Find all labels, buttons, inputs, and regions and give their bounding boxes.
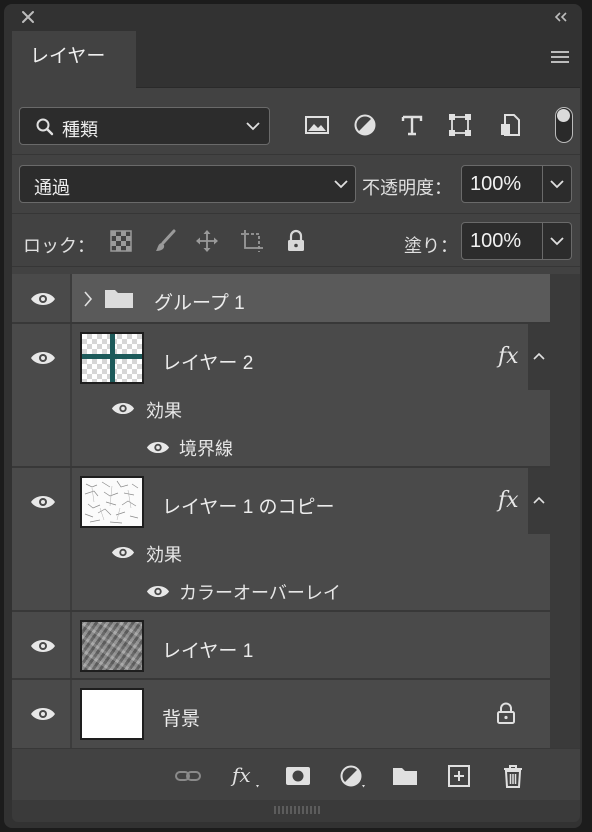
opacity-label: 不透明度： bbox=[362, 178, 452, 198]
layer-row-layer-2[interactable]: レイヤー 2 fx 効果 境界線 bbox=[12, 324, 550, 468]
effects-collapse-column[interactable] bbox=[528, 324, 550, 390]
layer-thumbnail bbox=[80, 476, 144, 528]
type-filter-icon[interactable] bbox=[399, 112, 425, 138]
tab-layers[interactable]: レイヤー bbox=[12, 31, 136, 88]
lock-image-pixels-brush-icon[interactable] bbox=[154, 229, 178, 253]
lock-artboard-icon[interactable] bbox=[240, 229, 264, 253]
link-layers-icon[interactable] bbox=[174, 763, 202, 789]
eye-visibility-icon[interactable] bbox=[111, 401, 135, 416]
blend-mode-value: 通過 bbox=[34, 178, 70, 198]
layer-row-group-1[interactable]: グループ 1 bbox=[12, 274, 550, 324]
add-layer-style-fx-icon[interactable]: fx bbox=[230, 763, 264, 789]
visibility-column bbox=[12, 324, 72, 466]
fx-badge[interactable]: fx bbox=[498, 488, 519, 513]
chevron-down-icon bbox=[334, 180, 348, 189]
new-layer-icon[interactable] bbox=[445, 763, 473, 789]
filter-toggle-switch[interactable] bbox=[555, 107, 573, 143]
divider bbox=[12, 266, 580, 267]
layer-thumbnail bbox=[80, 688, 144, 740]
lock-all-icon[interactable] bbox=[284, 229, 308, 253]
eye-visibility-icon[interactable] bbox=[30, 706, 56, 722]
chevron-up-icon[interactable] bbox=[533, 352, 545, 360]
tab-bar: レイヤー bbox=[12, 31, 580, 88]
image-filter-icon[interactable] bbox=[304, 112, 330, 138]
expand-chevron-icon[interactable] bbox=[82, 290, 94, 308]
close-icon[interactable] bbox=[20, 9, 36, 25]
new-group-folder-icon[interactable] bbox=[391, 763, 419, 789]
layer-thumbnail bbox=[80, 620, 144, 672]
fill-field[interactable]: 100% bbox=[461, 222, 572, 260]
divider bbox=[12, 154, 580, 155]
eye-visibility-icon[interactable] bbox=[146, 584, 170, 599]
layer-row-background[interactable]: 背景 bbox=[12, 680, 550, 748]
new-adjustment-layer-icon[interactable] bbox=[338, 763, 370, 789]
eye-visibility-icon[interactable] bbox=[30, 638, 56, 654]
eye-visibility-icon[interactable] bbox=[30, 494, 56, 510]
visibility-column bbox=[12, 680, 72, 748]
resize-grip[interactable] bbox=[12, 800, 580, 822]
layer-name[interactable]: 背景 bbox=[162, 704, 200, 731]
shape-filter-icon[interactable] bbox=[447, 112, 473, 138]
svg-text:fx: fx bbox=[230, 763, 251, 787]
thumbnail-stroke-v bbox=[110, 334, 115, 382]
layer-name[interactable]: レイヤー 1 のコピー bbox=[162, 492, 335, 519]
add-layer-mask-icon[interactable] bbox=[284, 763, 312, 789]
lock-icon bbox=[497, 702, 515, 724]
layer-row-layer-1[interactable]: レイヤー 1 bbox=[12, 612, 550, 680]
toggle-knob bbox=[557, 109, 570, 122]
visibility-column bbox=[12, 468, 72, 610]
effect-name[interactable]: 境界線 bbox=[179, 435, 233, 461]
fx-badge[interactable]: fx bbox=[498, 344, 519, 369]
field-divider bbox=[542, 223, 543, 259]
effects-label[interactable]: 効果 bbox=[146, 397, 182, 423]
fill-label: 塗り： bbox=[404, 236, 458, 256]
eye-visibility-icon[interactable] bbox=[111, 545, 135, 560]
chevron-down-icon[interactable] bbox=[550, 179, 564, 189]
panel-menu-icon[interactable] bbox=[550, 50, 570, 64]
layers-scrollbar[interactable] bbox=[550, 274, 580, 748]
lock-position-move-icon[interactable] bbox=[195, 229, 219, 253]
layer-row-layer-1-copy[interactable]: レイヤー 1 のコピー fx 効果 カラーオーバーレイ bbox=[12, 468, 550, 612]
layer-name[interactable]: グループ 1 bbox=[154, 288, 245, 315]
opacity-field[interactable]: 100% bbox=[461, 165, 572, 203]
eye-visibility-icon[interactable] bbox=[30, 350, 56, 366]
eye-visibility-icon[interactable] bbox=[146, 440, 170, 455]
adjustment-filter-icon[interactable] bbox=[352, 112, 378, 138]
bottom-toolbar: fx bbox=[12, 748, 580, 800]
blend-mode-dropdown[interactable]: 通過 bbox=[19, 165, 356, 203]
effect-name[interactable]: カラーオーバーレイ bbox=[179, 579, 341, 605]
collapse-panel-icon[interactable] bbox=[552, 10, 570, 24]
layer-name[interactable]: レイヤー 2 bbox=[162, 348, 253, 375]
delete-layer-trash-icon[interactable] bbox=[499, 763, 527, 789]
chevron-up-icon[interactable] bbox=[533, 496, 545, 504]
visibility-column bbox=[12, 274, 72, 322]
eye-visibility-icon[interactable] bbox=[30, 291, 56, 307]
effects-label[interactable]: 効果 bbox=[146, 541, 182, 567]
lock-label: ロック： bbox=[23, 236, 95, 256]
divider bbox=[12, 213, 580, 214]
grip-dots bbox=[274, 806, 320, 814]
chevron-down-icon[interactable] bbox=[550, 236, 564, 246]
field-divider bbox=[542, 166, 543, 202]
filter-kind-label: 種類 bbox=[62, 120, 98, 140]
filter-kind-dropdown[interactable]: 種類 bbox=[19, 107, 270, 145]
thumbnail-sketch-image bbox=[84, 480, 139, 524]
visibility-column bbox=[12, 612, 72, 678]
layer-thumbnail bbox=[80, 332, 144, 384]
effects-collapse-column[interactable] bbox=[528, 468, 550, 534]
chevron-down-icon bbox=[246, 122, 260, 131]
layer-name[interactable]: レイヤー 1 bbox=[162, 636, 253, 663]
folder-icon bbox=[105, 290, 133, 308]
search-icon bbox=[36, 118, 54, 136]
fill-value[interactable]: 100% bbox=[470, 230, 521, 253]
lock-transparent-pixels-icon[interactable] bbox=[109, 229, 133, 253]
smart-object-filter-icon[interactable] bbox=[497, 112, 523, 138]
opacity-value[interactable]: 100% bbox=[470, 173, 521, 196]
thumbnail-texture bbox=[82, 622, 142, 670]
